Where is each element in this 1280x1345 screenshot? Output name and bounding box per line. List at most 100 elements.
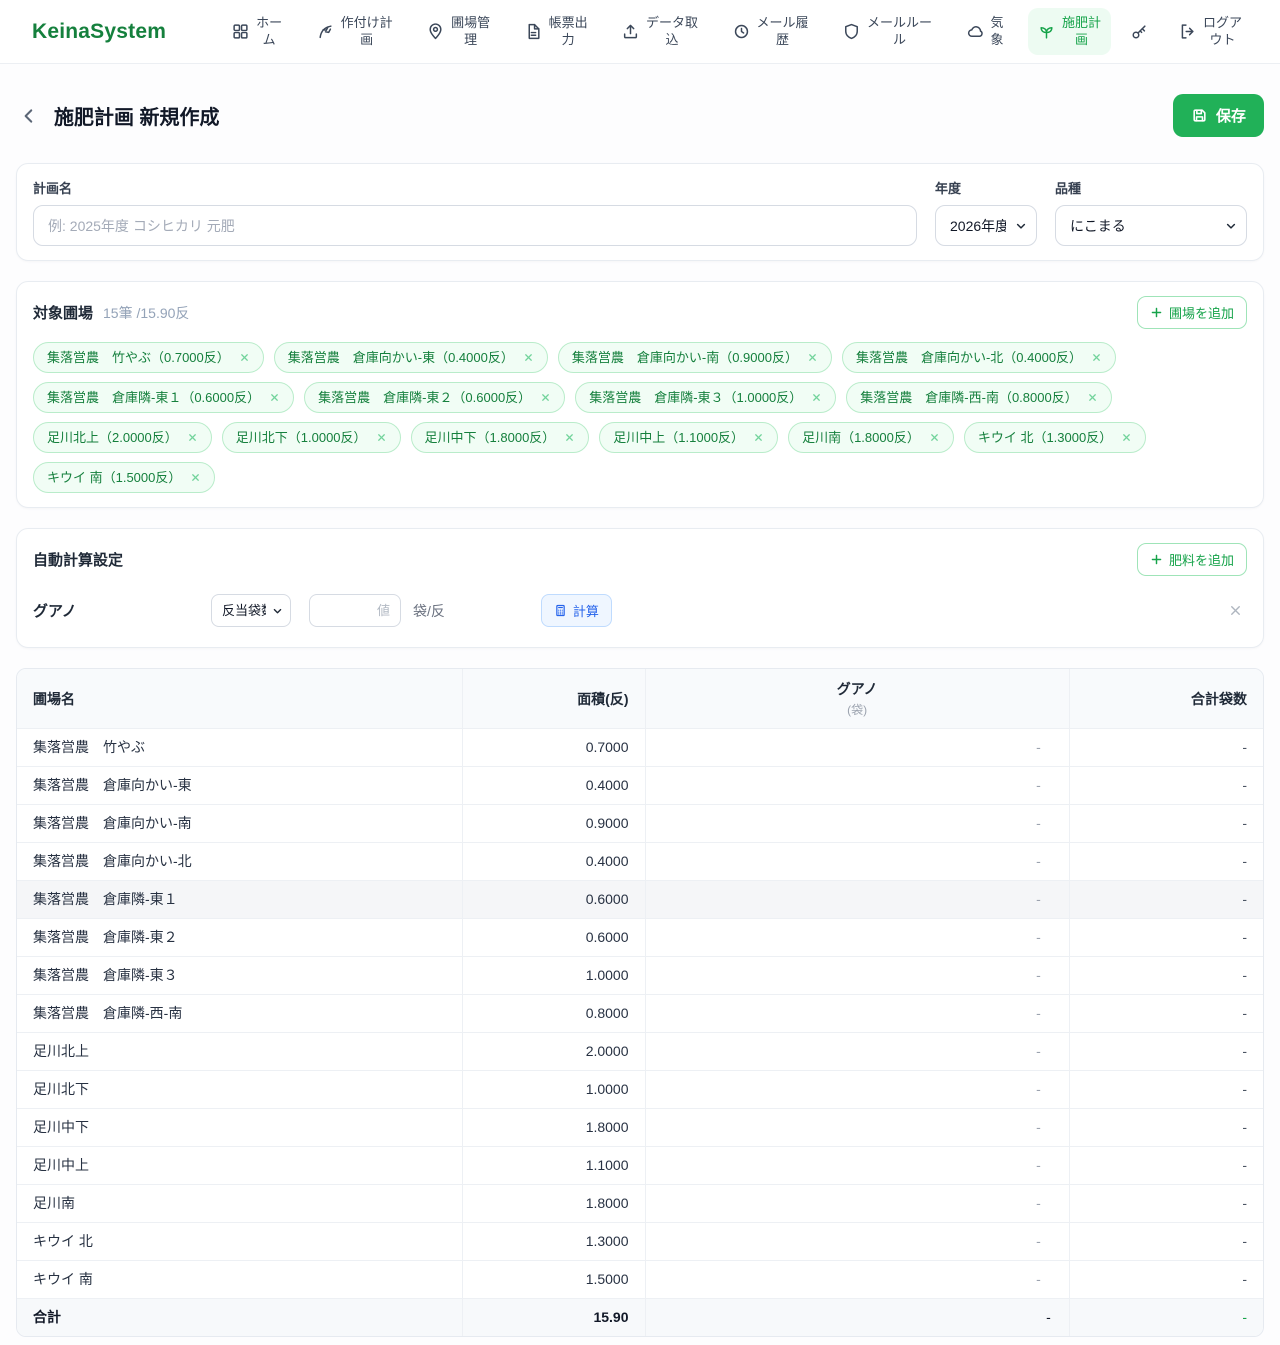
target-fields-summary: 15筆 /15.90反 (103, 303, 189, 323)
remove-field-icon[interactable] (1087, 392, 1098, 403)
nav-item-cropping-plan[interactable]: 作付け計 画 (307, 8, 403, 56)
guano-cell: - (645, 843, 1069, 881)
nav-item-fertilization-plan[interactable]: 施肥計 画 (1028, 8, 1111, 56)
table-row: 足川南1.8000-- (17, 1185, 1263, 1223)
wheat-icon (317, 23, 334, 40)
map-pin-icon (427, 23, 444, 40)
remove-field-icon[interactable] (811, 392, 822, 403)
fertilizer-row: グアノ 反当袋数 袋/反 計算 (33, 594, 1247, 633)
navbar: KeinaSystem ホー ム作付け計 画圃場管 理帳票出 力データ取 込メー… (0, 0, 1280, 64)
calc-mode-select[interactable]: 反当袋数 (211, 594, 291, 627)
table-row: キウイ 南1.5000-- (17, 1261, 1263, 1299)
area-cell: 1.0000 (462, 1071, 645, 1109)
area-cell: 1.1000 (462, 1147, 645, 1185)
save-button[interactable]: 保存 (1173, 94, 1264, 137)
cloud-icon (967, 23, 984, 40)
field-name-cell: 集落営農 倉庫向かい-南 (17, 805, 462, 843)
variety-select[interactable]: にこまる (1055, 205, 1247, 246)
year-select[interactable]: 2026年度 (935, 205, 1037, 246)
field-name-cell: 集落営農 倉庫隣-東２ (17, 919, 462, 957)
table-row: 集落営農 倉庫隣-東３1.0000-- (17, 957, 1263, 995)
calc-button[interactable]: 計算 (541, 594, 612, 627)
field-tag-label: 集落営農 倉庫隣-東３（1.0000反） (589, 388, 802, 407)
area-cell: 1.0000 (462, 957, 645, 995)
table-row: 集落営農 竹やぶ0.7000-- (17, 729, 1263, 767)
brand-logo[interactable]: KeinaSystem (32, 20, 166, 44)
remove-field-icon[interactable] (753, 432, 764, 443)
area-cell: 0.6000 (462, 919, 645, 957)
guano-cell: - (645, 1109, 1069, 1147)
nav-item-report-output[interactable]: 帳票出 力 (515, 8, 598, 56)
nav-item-mail-history[interactable]: メール履 歴 (723, 8, 819, 56)
close-icon (1228, 603, 1243, 618)
total-guano-cell: - (645, 1299, 1069, 1337)
table-row: 集落営農 倉庫向かい-南0.9000-- (17, 805, 1263, 843)
table-row: 集落営農 倉庫向かい-東0.4000-- (17, 767, 1263, 805)
field-name-cell: 集落営農 倉庫隣-東１ (17, 881, 462, 919)
guano-cell: - (645, 957, 1069, 995)
field-tag-label: 足川中上（1.1000反） (613, 428, 744, 447)
field-name-cell: キウイ 南 (17, 1261, 462, 1299)
nav-item-field-management[interactable]: 圃場管 理 (417, 8, 500, 56)
total-bags-cell: - (1069, 1033, 1263, 1071)
sprout-icon (1038, 23, 1055, 40)
page-title: 施肥計画 新規作成 (54, 101, 220, 130)
field-tag-label: 足川北上（2.0000反） (47, 428, 178, 447)
page-header: 施肥計画 新規作成 保存 (16, 94, 1264, 137)
back-button[interactable] (16, 103, 42, 129)
remove-field-icon[interactable] (540, 392, 551, 403)
field-name-cell: 足川北下 (17, 1071, 462, 1109)
total-bags-cell: - (1069, 767, 1263, 805)
remove-field-icon[interactable] (239, 352, 250, 363)
remove-field-icon[interactable] (1091, 352, 1102, 363)
remove-field-icon[interactable] (190, 472, 201, 483)
nav-item-mail-rules[interactable]: メールルー ル (833, 8, 942, 56)
remove-fertilizer-button[interactable] (1224, 599, 1247, 622)
remove-field-icon[interactable] (929, 432, 940, 443)
total-bags-cell: - (1069, 1185, 1263, 1223)
plan-name-input[interactable] (33, 205, 917, 246)
area-cell: 1.5000 (462, 1261, 645, 1299)
field-tag-label: 集落営農 竹やぶ（0.7000反） (47, 348, 230, 367)
field-tags: 集落営農 竹やぶ（0.7000反）集落営農 倉庫向かい-東（0.4000反）集落… (33, 342, 1247, 493)
header-total-bags: 合計袋数 (1069, 669, 1263, 729)
remove-field-icon[interactable] (269, 392, 280, 403)
total-area-cell: 15.90 (462, 1299, 645, 1337)
table-body: 集落営農 竹やぶ0.7000--集落営農 倉庫向かい-東0.4000--集落営農… (17, 729, 1263, 1299)
fertilizer-name: グアノ (33, 600, 211, 621)
nav-item-logout[interactable]: ログア ウト (1169, 8, 1252, 56)
remove-field-icon[interactable] (564, 432, 575, 443)
add-field-button[interactable]: 圃場を追加 (1137, 296, 1247, 329)
total-bags-cell: - (1069, 919, 1263, 957)
guano-cell: - (645, 1147, 1069, 1185)
nav-item-weather[interactable]: 気 象 (957, 8, 1014, 56)
key-icon[interactable] (1125, 17, 1154, 46)
plan-form-card: 計画名 年度 2026年度 品種 にこまる (16, 163, 1264, 261)
add-fertilizer-button[interactable]: 肥料を追加 (1137, 543, 1247, 576)
area-cell: 0.9000 (462, 805, 645, 843)
history-icon (733, 23, 750, 40)
logout-icon (1179, 23, 1196, 40)
field-name-cell: 足川中上 (17, 1147, 462, 1185)
nav-item-data-import[interactable]: データ取 込 (612, 8, 708, 56)
header-area: 面積(反) (462, 669, 645, 729)
total-bags-cell: - (1069, 881, 1263, 919)
guano-cell: - (645, 995, 1069, 1033)
remove-field-icon[interactable] (1121, 432, 1132, 443)
total-bags-cell: - (1069, 1071, 1263, 1109)
calculator-icon (554, 604, 567, 617)
remove-field-icon[interactable] (807, 352, 818, 363)
remove-field-icon[interactable] (187, 432, 198, 443)
field-name-cell: 集落営農 倉庫向かい-北 (17, 843, 462, 881)
variety-label: 品種 (1055, 178, 1247, 197)
area-cell: 2.0000 (462, 1033, 645, 1071)
area-cell: 1.8000 (462, 1109, 645, 1147)
calc-value-input[interactable] (309, 594, 401, 627)
shield-icon (843, 23, 860, 40)
remove-field-icon[interactable] (376, 432, 387, 443)
field-tag: 集落営農 倉庫隣-西-南（0.8000反） (846, 382, 1111, 413)
field-tag: 足川中下（1.8000反） (411, 422, 590, 453)
remove-field-icon[interactable] (523, 352, 534, 363)
nav-item-home[interactable]: ホー ム (222, 8, 292, 56)
plus-icon (1150, 553, 1163, 566)
